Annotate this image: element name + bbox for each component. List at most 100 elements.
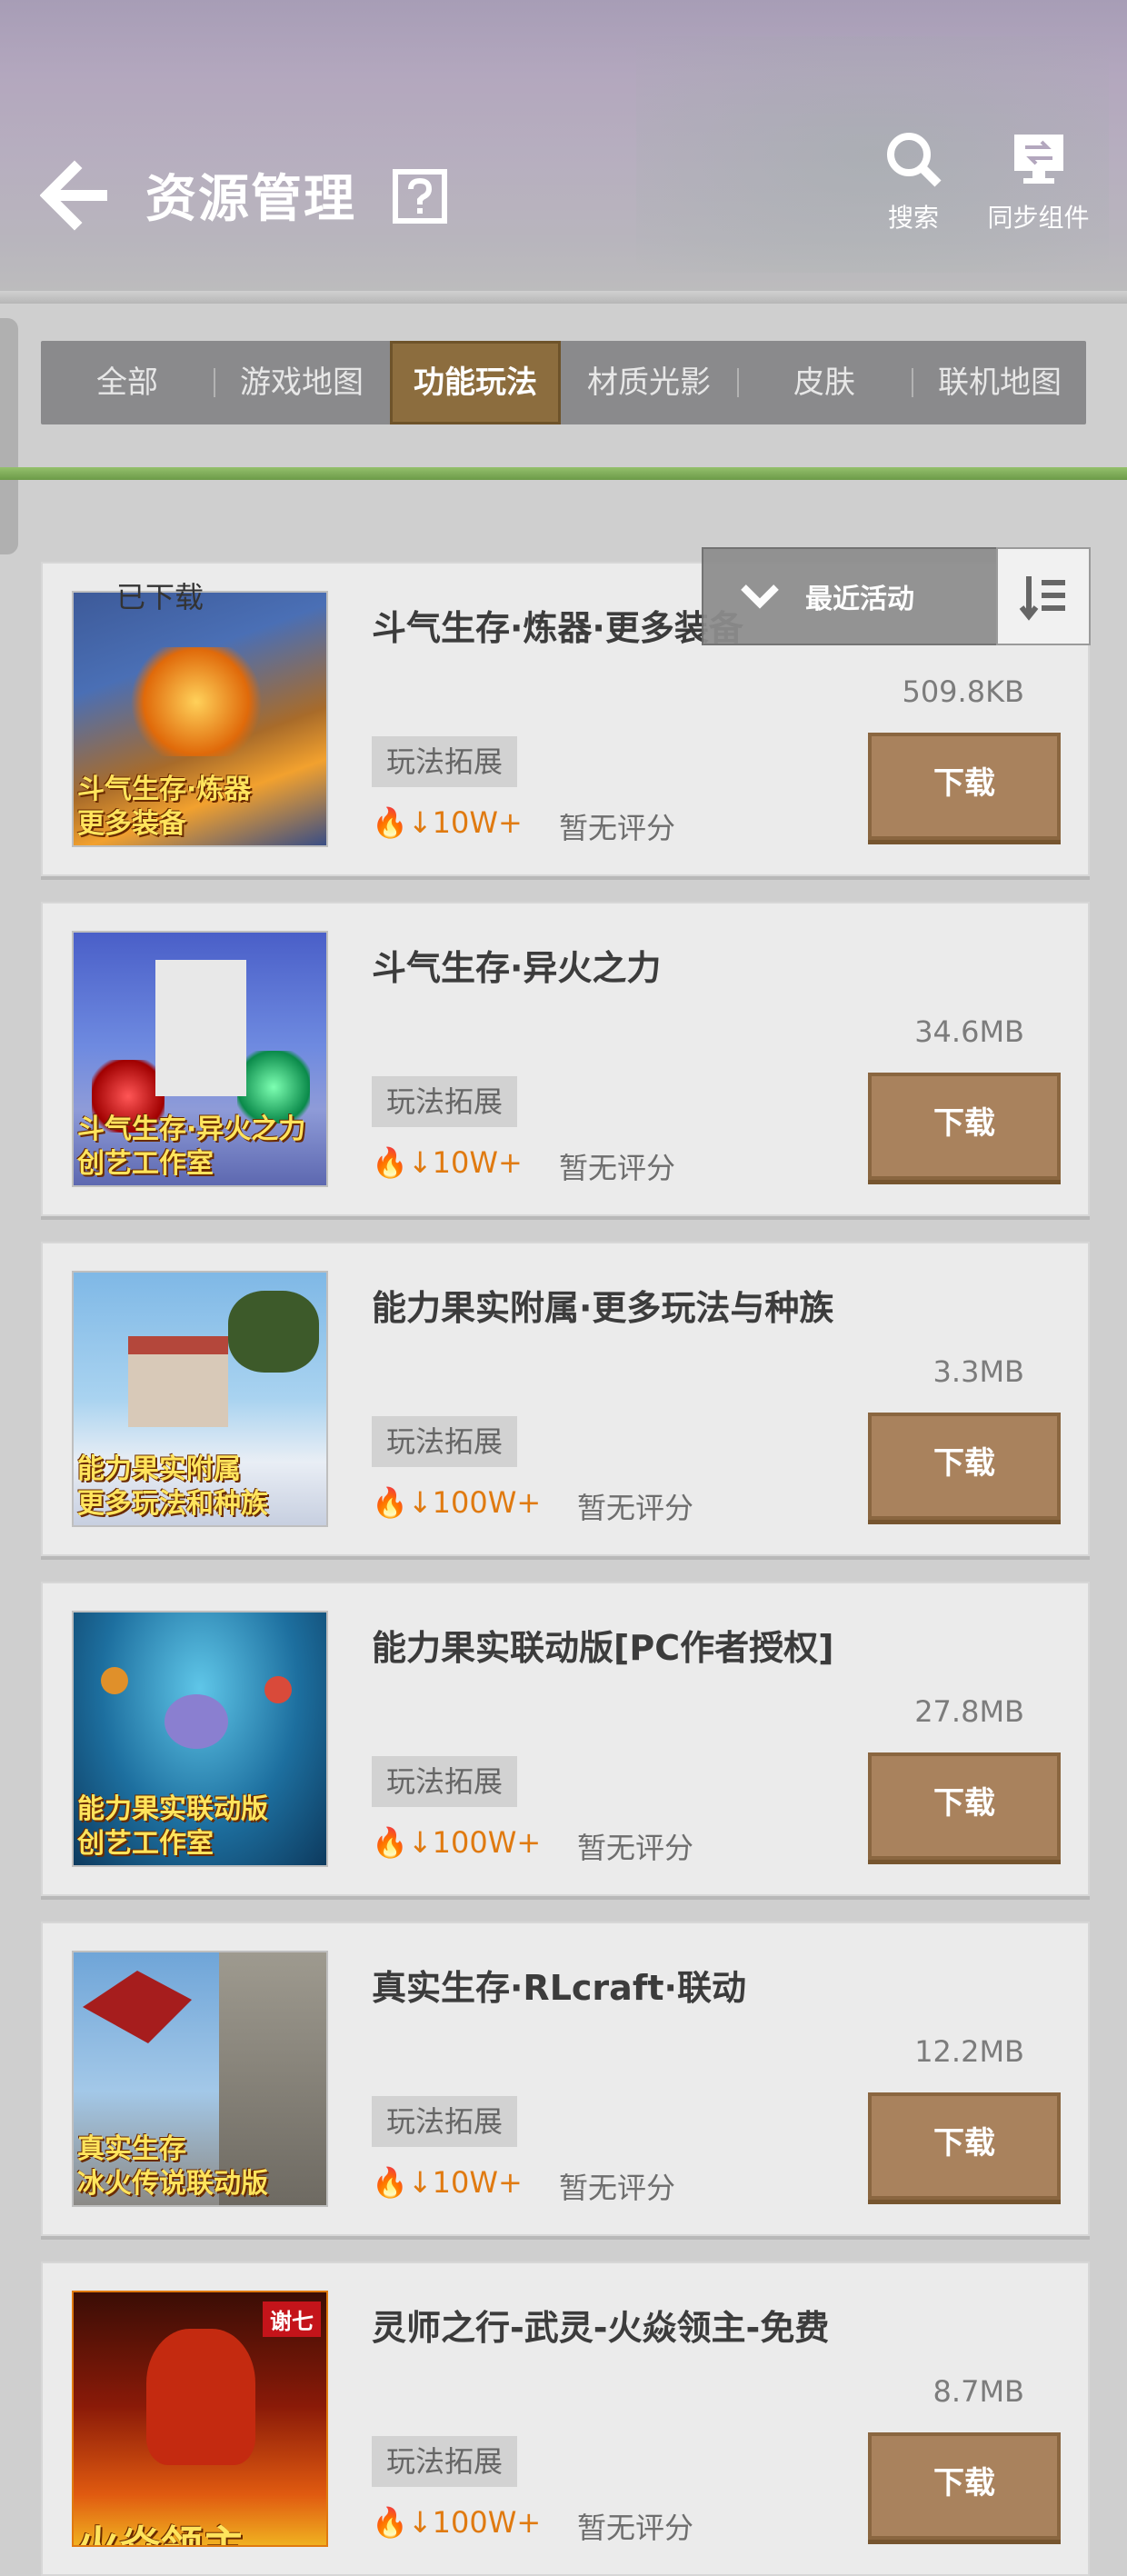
resource-tag: 玩法拓展 bbox=[372, 2096, 518, 2147]
thumbnail-badge: 谢七 bbox=[263, 2301, 321, 2337]
arrow-down-icon: ↓ bbox=[407, 2165, 433, 2200]
resource-card[interactable]: 能力果实联动版 创艺工作室 能力果实联动版[PC作者授权] 27.8MB 玩法拓展… bbox=[41, 1582, 1090, 1896]
chevron-down-icon bbox=[741, 584, 779, 609]
sort-list-icon bbox=[1019, 576, 1065, 621]
resource-thumbnail: 斗气生存·异火之力 创艺工作室 bbox=[72, 931, 328, 1187]
resource-tag: 玩法拓展 bbox=[372, 2436, 518, 2487]
help-button[interactable] bbox=[393, 169, 447, 224]
arrow-down-icon: ↓ bbox=[407, 805, 433, 840]
resource-title[interactable]: 真实生存·RLcraft·联动 bbox=[372, 1960, 746, 2010]
fire-icon: 🔥 bbox=[372, 1145, 408, 1180]
rating-text: 暂无评分 bbox=[559, 811, 676, 845]
category-tabs: 全部 游戏地图 功能玩法 材质光影 皮肤 联机地图 bbox=[41, 341, 1086, 424]
green-divider bbox=[0, 467, 1127, 480]
sort-dropdown[interactable]: 最近活动 bbox=[702, 547, 998, 645]
arrow-down-icon: ↓ bbox=[407, 1825, 433, 1860]
resource-tag: 玩法拓展 bbox=[372, 1416, 518, 1467]
resource-card[interactable]: 能力果实附属 更多玩法和种族 能力果实附属·更多玩法与种族 3.3MB 玩法拓展 … bbox=[41, 1242, 1090, 1556]
sort-order-button[interactable] bbox=[996, 547, 1091, 645]
resource-card[interactable]: 谢七 火焱领主 灵师之行-武灵-火焱领主-免费 8.7MB 玩法拓展 🔥↓100… bbox=[41, 2261, 1090, 2576]
download-count: 🔥↓100W+ bbox=[372, 2505, 542, 2540]
thumbnail-art bbox=[165, 1694, 228, 1749]
thumbnail-art bbox=[146, 2329, 255, 2465]
resource-title[interactable]: 灵师之行-武灵-火焱领主-免费 bbox=[372, 2300, 829, 2350]
search-button[interactable]: 搜索 bbox=[845, 127, 982, 236]
search-label: 搜索 bbox=[887, 203, 939, 233]
sync-components-button[interactable]: 同步组件 bbox=[968, 127, 1109, 236]
resource-size: 12.2MB bbox=[914, 2034, 1024, 2069]
thumbnail-art bbox=[228, 1291, 319, 1373]
download-count: 🔥↓10W+ bbox=[372, 1145, 523, 1180]
rating-text: 暂无评分 bbox=[577, 1831, 694, 1865]
download-button[interactable]: 下载 bbox=[868, 1752, 1061, 1860]
resource-thumbnail: 斗气生存·炼器 更多装备 bbox=[72, 591, 328, 847]
rating-text: 暂无评分 bbox=[577, 2511, 694, 2545]
sync-monitor-icon bbox=[1013, 135, 1063, 184]
tab-textures-shaders[interactable]: 材质光影 bbox=[563, 341, 735, 424]
download-count: 🔥↓10W+ bbox=[372, 2165, 523, 2200]
arrow-down-icon: ↓ bbox=[407, 2505, 433, 2540]
fire-icon: 🔥 bbox=[372, 2505, 408, 2540]
thumbnail-caption: 斗气生存·异火之力 创艺工作室 bbox=[77, 1113, 306, 1180]
resource-title[interactable]: 斗气生存·炼器·更多装备 bbox=[372, 600, 743, 650]
tab-multiplayer-maps[interactable]: 联机地图 bbox=[913, 341, 1086, 424]
fire-icon: 🔥 bbox=[372, 1485, 408, 1520]
resource-thumbnail: 谢七 火焱领主 bbox=[72, 2291, 328, 2547]
resource-title[interactable]: 斗气生存·异火之力 bbox=[372, 940, 661, 990]
rating-text: 暂无评分 bbox=[559, 2171, 676, 2205]
thumbnail-caption: 火焱领主 bbox=[77, 2521, 244, 2547]
sync-label: 同步组件 bbox=[987, 203, 1090, 233]
resource-card[interactable]: 真实生存 冰火传说联动版 真实生存·RLcraft·联动 12.2MB 玩法拓展 … bbox=[41, 1922, 1090, 2236]
resource-card[interactable]: 斗气生存·异火之力 创艺工作室 斗气生存·异火之力 34.6MB 玩法拓展 🔥↓1… bbox=[41, 902, 1090, 1216]
resource-thumbnail: 能力果实联动版 创艺工作室 bbox=[72, 1611, 328, 1867]
tab-gameplay[interactable]: 功能玩法 bbox=[390, 341, 561, 424]
downloaded-label: 已下载 bbox=[116, 580, 204, 614]
page-title: 资源管理 bbox=[145, 170, 356, 229]
resource-tag: 玩法拓展 bbox=[372, 736, 518, 787]
resource-thumbnail: 能力果实附属 更多玩法和种族 bbox=[72, 1271, 328, 1527]
fire-icon: 🔥 bbox=[372, 1825, 408, 1860]
question-mark-icon bbox=[393, 169, 447, 224]
download-button[interactable]: 下载 bbox=[868, 2432, 1061, 2540]
tab-skins[interactable]: 皮肤 bbox=[739, 341, 910, 424]
thumbnail-caption: 真实生存 冰火传说联动版 bbox=[77, 2133, 268, 2200]
download-button[interactable]: 下载 bbox=[868, 2092, 1061, 2200]
thumbnail-caption: 能力果实附属 更多玩法和种族 bbox=[77, 1453, 268, 1520]
download-button[interactable]: 下载 bbox=[868, 1073, 1061, 1180]
arrow-down-icon: ↓ bbox=[407, 1485, 433, 1520]
resource-size: 8.7MB bbox=[933, 2374, 1024, 2409]
resource-tag: 玩法拓展 bbox=[372, 1076, 518, 1127]
search-icon bbox=[887, 133, 942, 187]
resource-size: 34.6MB bbox=[914, 1014, 1024, 1049]
arrow-down-icon: ↓ bbox=[407, 1145, 433, 1180]
resource-title[interactable]: 能力果实附属·更多玩法与种族 bbox=[372, 1280, 833, 1330]
download-count: 🔥↓100W+ bbox=[372, 1825, 542, 1860]
rating-text: 暂无评分 bbox=[559, 1151, 676, 1185]
back-button[interactable] bbox=[39, 159, 113, 232]
resource-size: 509.8KB bbox=[902, 674, 1024, 709]
download-count: 🔥↓10W+ bbox=[372, 805, 523, 840]
arrow-left-icon bbox=[39, 160, 107, 231]
download-button[interactable]: 下载 bbox=[868, 1413, 1061, 1520]
thumbnail-art bbox=[264, 1676, 292, 1703]
resource-title[interactable]: 能力果实联动版[PC作者授权] bbox=[372, 1620, 833, 1670]
header-divider bbox=[0, 291, 1127, 304]
tab-all[interactable]: 全部 bbox=[41, 341, 214, 424]
fire-icon: 🔥 bbox=[372, 805, 408, 840]
resource-thumbnail: 真实生存 冰火传说联动版 bbox=[72, 1951, 328, 2207]
thumbnail-art bbox=[83, 1971, 192, 2043]
tab-game-maps[interactable]: 游戏地图 bbox=[215, 341, 388, 424]
sort-label: 最近活动 bbox=[805, 584, 914, 615]
thumbnail-art bbox=[101, 1667, 128, 1694]
side-edge bbox=[0, 318, 18, 554]
download-button[interactable]: 下载 bbox=[868, 733, 1061, 840]
thumbnail-art bbox=[155, 960, 246, 1096]
resource-size: 27.8MB bbox=[914, 1694, 1024, 1729]
thumbnail-caption: 斗气生存·炼器 更多装备 bbox=[77, 774, 252, 840]
resource-size: 3.3MB bbox=[933, 1354, 1024, 1389]
resource-tag: 玩法拓展 bbox=[372, 1756, 518, 1807]
fire-icon: 🔥 bbox=[372, 2165, 408, 2200]
thumbnail-art bbox=[128, 647, 264, 756]
download-count: 🔥↓100W+ bbox=[372, 1485, 542, 1520]
header-bar: 资源管理 搜索 同步组件 bbox=[0, 0, 1127, 300]
